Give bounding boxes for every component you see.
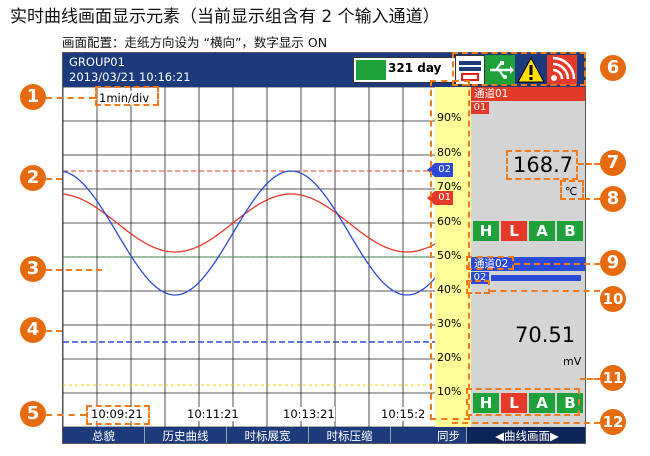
connector-7: [578, 163, 600, 165]
trend-plot: [63, 87, 435, 427]
callout-11: 11: [600, 365, 626, 391]
connector-8: [584, 198, 600, 200]
channel-header-01: 通道01: [471, 87, 585, 101]
alarm-h-01: H: [473, 221, 499, 241]
highlight-alarms-02: [466, 388, 580, 416]
connector-3: [46, 269, 102, 271]
time-label: 10:13:21: [283, 407, 335, 421]
days-remaining-label: 321 day: [388, 61, 442, 75]
alarm-a-01: A: [529, 221, 555, 241]
callout-3: 3: [20, 256, 46, 282]
menu-sync[interactable]: 同步: [391, 427, 467, 443]
group-name: GROUP01: [69, 55, 125, 69]
callout-12: 12: [600, 409, 626, 435]
screen-header: GROUP01 2013/03/21 10:16:21 321 day: [63, 53, 463, 87]
connector-9: [514, 263, 600, 265]
menu-history-trend[interactable]: 历史曲线: [145, 427, 227, 443]
callout-2: 2: [20, 165, 46, 191]
alarm-l-01: L: [501, 221, 527, 241]
page-subtitle: 画面配置：走纸方向设为 “横向”，数字显示 ON: [62, 35, 328, 50]
page-title: 实时曲线画面显示元素（当前显示组含有 2 个输入通道）: [10, 7, 440, 27]
datetime-display: 2013/03/21 10:16:21: [69, 70, 191, 84]
time-label: 10:11:21: [187, 407, 239, 421]
highlight-status-icons: [452, 52, 586, 86]
highlight-unit-01: [560, 180, 584, 200]
highlight-scale: [430, 80, 470, 420]
time-label: 10:15:2: [381, 407, 426, 421]
channel-value-02: 70.51: [515, 323, 576, 347]
menu-time-compress[interactable]: 时标压缩: [309, 427, 391, 443]
callout-10: 10: [600, 286, 626, 312]
callout-9: 9: [600, 250, 626, 276]
alarm-indicators-01: H L A B: [473, 221, 583, 241]
connector-5: [46, 414, 86, 416]
channel-tag-01: 01: [471, 102, 489, 114]
menu-trend-screen[interactable]: ◀曲线画面▶: [467, 427, 585, 443]
channel-bar-02: [491, 275, 581, 281]
menu-time-expand[interactable]: 时标展宽: [227, 427, 309, 443]
callout-6: 6: [600, 55, 626, 81]
highlight-value-01: [506, 150, 578, 180]
callout-8: 8: [600, 186, 626, 212]
connector-10: [490, 290, 600, 292]
callout-7: 7: [600, 150, 626, 176]
callout-4: 4: [20, 317, 46, 343]
soft-key-menu-bar: 总貌 历史曲线 时标展宽 时标压缩 同步 ◀曲线画面▶: [63, 427, 585, 443]
connector-2: [46, 178, 62, 180]
memory-remaining-bar: [356, 60, 386, 80]
connector-1: [46, 97, 95, 99]
connector-12: [452, 422, 600, 424]
highlight-time-div: [95, 86, 159, 106]
callout-1: 1: [20, 84, 46, 110]
callout-5: 5: [20, 401, 46, 427]
recorder-screen: GROUP01 2013/03/21 10:16:21 321 day 1min…: [62, 52, 586, 444]
highlight-time-label: [86, 405, 150, 425]
menu-overview[interactable]: 总貌: [63, 427, 145, 443]
connector-11: [580, 378, 600, 380]
connector-4: [46, 330, 62, 332]
highlight-channel-02-header: [466, 256, 514, 270]
highlight-bar-02: [466, 280, 490, 294]
trend-curve-ch02: [63, 170, 435, 296]
alarm-b-01: B: [557, 221, 583, 241]
channel-unit-02: mV: [563, 355, 582, 368]
